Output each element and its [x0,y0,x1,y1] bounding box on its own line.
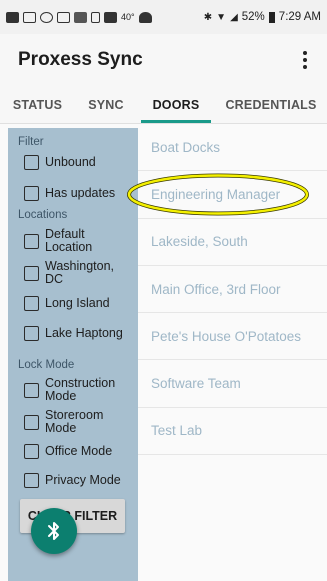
clock: 7:29 AM [278,11,321,23]
filter-section-label: Filter [18,136,44,148]
gmail-icon [23,11,36,23]
door-item-test-lab[interactable]: Test Lab [138,407,327,456]
door-item-lakeside-south[interactable]: Lakeside, South [138,218,327,266]
lock-mode-section-label: Lock Mode [18,359,75,371]
checkbox[interactable] [24,155,39,170]
filter-unbound[interactable]: Unbound [24,155,96,170]
door-item-main-office[interactable]: Main Office, 3rd Floor [138,265,327,314]
doors-list: Boat Docks Engineering Manager Lakeside,… [138,124,327,456]
signal-icon: ◢ [230,11,238,23]
tab-credentials[interactable]: CREDENTIALS [215,86,327,123]
battery-percent: 52% [241,11,265,23]
mail-icon [57,11,70,23]
location-washington[interactable]: Washington, DC [24,260,115,286]
checkbox[interactable] [24,296,39,311]
checkbox[interactable] [24,414,39,430]
app-bar: Proxess Sync [0,34,327,86]
system-status: ✱ ▼ ◢ 52% 7:29 AM [204,11,321,23]
tab-doors[interactable]: DOORS [137,86,215,123]
weather-icon [138,11,152,23]
overflow-menu-icon[interactable] [295,46,315,74]
checkbox[interactable] [24,186,39,201]
app-title: Proxess Sync [18,49,143,70]
filter-has-updates[interactable]: Has updates [24,186,115,201]
status-bar: 40° ✱ ▼ ◢ 52% 7:29 AM [0,0,327,34]
door-item-petes-house[interactable]: Pete's House O'Potatoes [138,313,327,361]
bluetooth-fab-button[interactable] [31,508,77,554]
location-lake-haptong[interactable]: Lake Haptong [24,326,123,341]
door-item-boat-docks[interactable]: Boat Docks [138,124,327,172]
checkbox[interactable] [24,326,39,341]
battery-icon [268,11,275,23]
image-icon [104,11,117,23]
accessibility-icon [91,11,100,23]
checkbox[interactable] [24,265,39,281]
checkbox[interactable] [24,382,39,398]
lock-mode-privacy[interactable]: Privacy Mode [24,473,121,488]
lock-mode-office[interactable]: Office Mode [24,444,112,459]
wifi-icon: ▼ [216,11,227,23]
photo-icon [74,11,87,23]
lock-mode-storeroom[interactable]: Storeroom Mode [24,409,115,435]
checkbox[interactable] [24,473,39,488]
door-item-software-team[interactable]: Software Team [138,360,327,408]
lock-mode-construction[interactable]: Construction Mode [24,377,123,403]
location-default[interactable]: Default Location [24,228,115,254]
door-item-engineering-manager[interactable]: Engineering Manager [138,171,327,219]
tab-sync[interactable]: SYNC [75,86,137,123]
temperature: 40° [121,12,135,22]
tab-bar: STATUS SYNC DOORS CREDENTIALS [0,86,327,124]
bluetooth-icon [48,522,59,540]
message-icon [6,11,19,23]
at-icon [40,11,53,23]
notification-icons: 40° [6,11,152,23]
tab-status[interactable]: STATUS [0,86,75,123]
bluetooth-status-icon: ✱ [203,11,213,23]
location-long-island[interactable]: Long Island [24,296,110,311]
locations-section-label: Locations [18,209,68,221]
checkbox[interactable] [24,444,39,459]
checkbox[interactable] [24,233,39,249]
